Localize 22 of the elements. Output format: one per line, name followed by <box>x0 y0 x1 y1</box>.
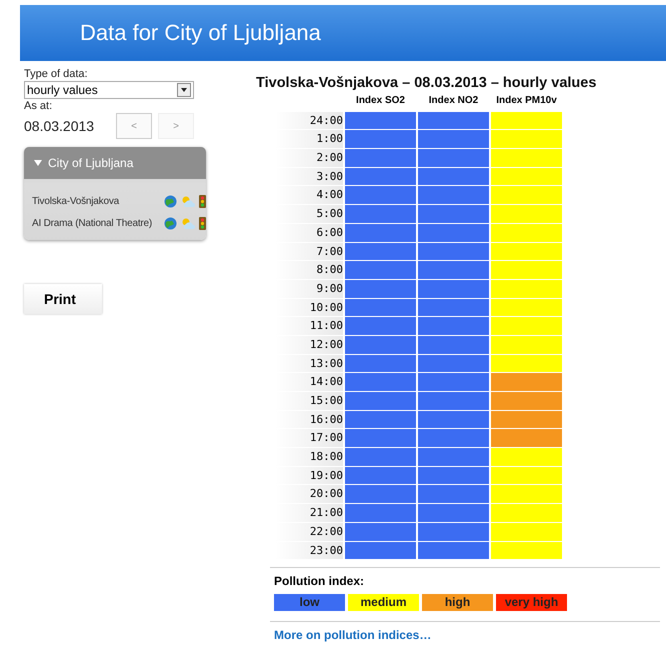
field-label: Type of data: <box>24 68 88 80</box>
globe-icon[interactable] <box>164 217 177 230</box>
table-title: Tivolska-Vošnjakova – 08.03.2013 – hourly values <box>256 75 596 91</box>
column-header: Index PM10v <box>495 94 558 108</box>
more-info-link[interactable]: More on pollution indices… <box>274 628 432 642</box>
data-type-dropdown[interactable]: hourly values <box>24 81 194 99</box>
column-header: Index SO2 <box>355 94 406 108</box>
legend-item: low <box>274 594 345 612</box>
legend-title: Pollution index: <box>274 574 364 588</box>
print-button[interactable]: Print <box>24 284 102 314</box>
legend-item: very high <box>496 594 567 612</box>
legend-item: high <box>422 594 493 612</box>
legend-item: medium <box>348 594 419 612</box>
traffic-light-icon[interactable] <box>199 195 206 208</box>
field-label: As at: <box>24 100 52 112</box>
station-link[interactable]: Tivolska-Vošnjakova <box>32 196 160 207</box>
column-header: Index NO2 <box>428 94 480 108</box>
traffic-light-icon[interactable] <box>199 217 206 230</box>
date-field[interactable]: 08.03.2013 <box>24 118 110 134</box>
page-title: Data for City of Ljubljana <box>80 20 321 46</box>
globe-icon[interactable] <box>164 195 177 208</box>
station-link[interactable]: AI Drama (National Theatre) <box>32 218 160 229</box>
